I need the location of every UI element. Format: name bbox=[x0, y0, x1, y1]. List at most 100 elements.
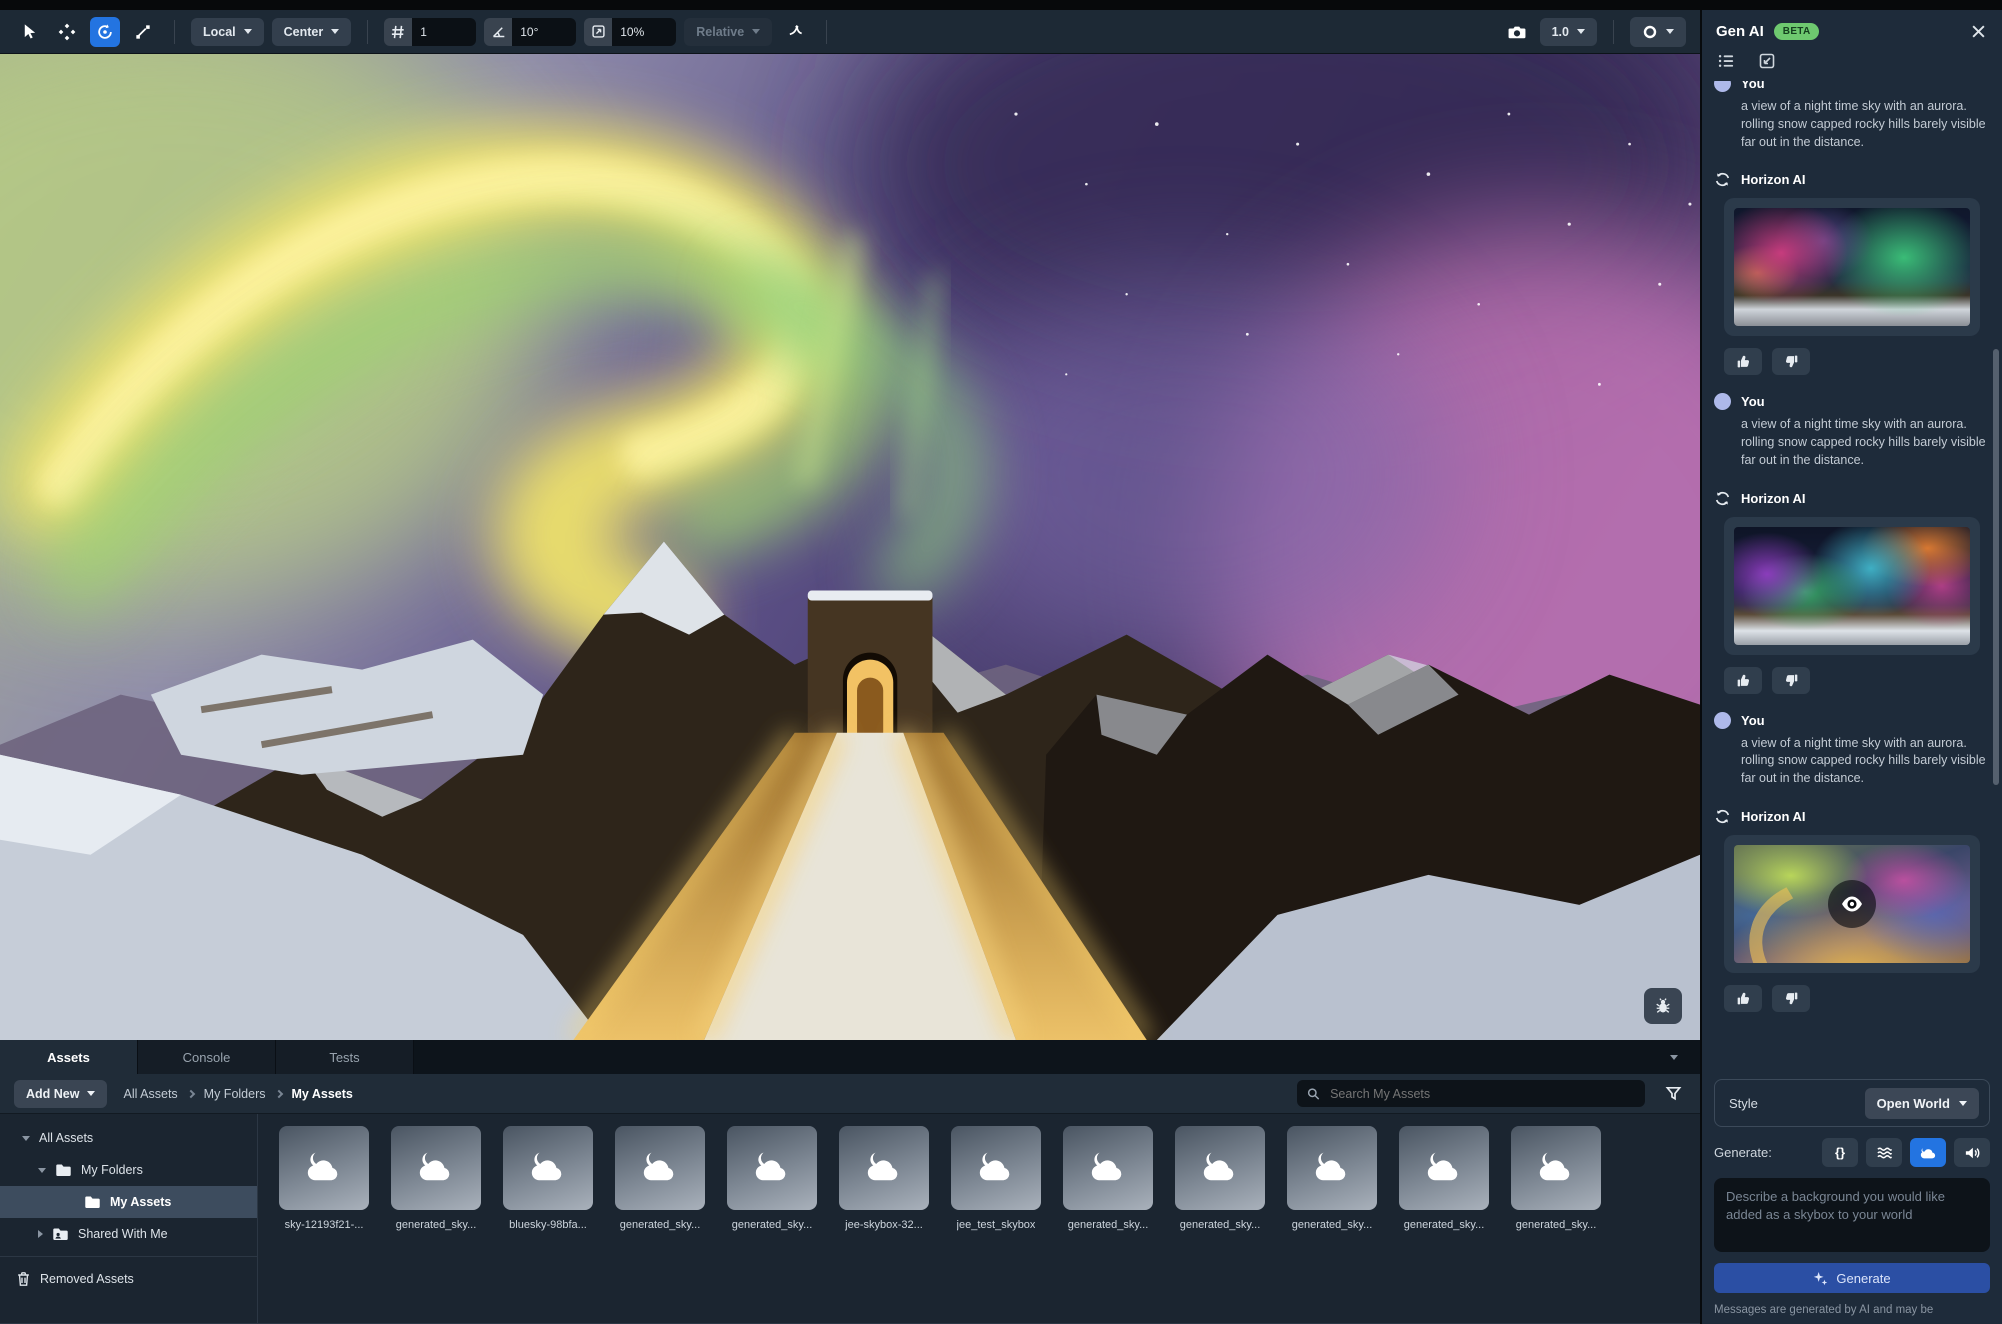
asset-item[interactable]: generated_sky... bbox=[380, 1126, 492, 1231]
generated-image-card[interactable] bbox=[1724, 198, 1980, 336]
waves-icon bbox=[1876, 1146, 1893, 1160]
tree-item-all-assets[interactable]: All Assets bbox=[0, 1122, 257, 1154]
camera-button[interactable] bbox=[1502, 17, 1532, 47]
style-dropdown[interactable]: Open World bbox=[1865, 1088, 1979, 1119]
asset-item[interactable]: bluesky-98bfa... bbox=[492, 1126, 604, 1231]
close-panel-button[interactable] bbox=[1969, 22, 1988, 41]
asset-name: generated_sky... bbox=[1404, 1219, 1485, 1231]
relative-dropdown[interactable]: Relative bbox=[684, 18, 772, 46]
asset-item[interactable]: generated_sky... bbox=[1052, 1126, 1164, 1231]
tree-item-my-assets[interactable]: My Assets bbox=[0, 1186, 257, 1218]
viewport-scene bbox=[0, 54, 1700, 1040]
pivot-dropdown[interactable]: Center bbox=[272, 18, 352, 46]
asset-name: generated_sky... bbox=[396, 1219, 477, 1231]
move-tool-button[interactable] bbox=[52, 17, 82, 47]
rotate-tool-button[interactable] bbox=[90, 17, 120, 47]
scale-tool-button[interactable] bbox=[128, 17, 158, 47]
asset-item[interactable]: sky-12193f21-... bbox=[268, 1126, 380, 1231]
panel-tab-bar: Assets Console Tests bbox=[0, 1040, 1700, 1074]
asset-thumbnail bbox=[1063, 1126, 1153, 1210]
asset-name: generated_sky... bbox=[1068, 1219, 1149, 1231]
thumbs-up-button[interactable] bbox=[1724, 985, 1762, 1012]
generate-button[interactable]: Generate bbox=[1714, 1263, 1990, 1293]
skybox-prompt-input[interactable] bbox=[1714, 1178, 1990, 1252]
tree-item-removed-assets[interactable]: Removed Assets bbox=[0, 1263, 257, 1295]
wand-tool-button[interactable] bbox=[780, 17, 810, 47]
preview-eye-button[interactable] bbox=[1828, 880, 1876, 928]
user-message: You bbox=[1714, 393, 1990, 410]
generate-audio-button[interactable] bbox=[1954, 1138, 1990, 1167]
asset-item[interactable]: generated_sky... bbox=[1164, 1126, 1276, 1231]
user-avatar bbox=[1714, 712, 1731, 729]
tab-tests[interactable]: Tests bbox=[276, 1040, 414, 1074]
tree-item-my-folders[interactable]: My Folders bbox=[0, 1154, 257, 1186]
history-list-button[interactable] bbox=[1716, 51, 1737, 71]
generate-code-button[interactable]: {} bbox=[1822, 1138, 1858, 1167]
skybox-cloud-icon bbox=[751, 1147, 793, 1189]
asset-thumbnail bbox=[1511, 1126, 1601, 1210]
breadcrumb-all-assets[interactable]: All Assets bbox=[123, 1087, 177, 1101]
tab-console[interactable]: Console bbox=[138, 1040, 276, 1074]
generate-ambience-button[interactable] bbox=[1866, 1138, 1902, 1167]
scale-snap-icon-button[interactable] bbox=[584, 18, 612, 46]
debug-button[interactable] bbox=[1644, 988, 1682, 1024]
transform-space-dropdown[interactable]: Local bbox=[191, 18, 264, 46]
asset-item[interactable]: generated_sky... bbox=[1276, 1126, 1388, 1231]
user-message: You bbox=[1714, 712, 1990, 729]
generated-image-card[interactable] bbox=[1724, 517, 1980, 655]
asset-item[interactable]: generated_sky... bbox=[1388, 1126, 1500, 1231]
viewport[interactable] bbox=[0, 54, 1700, 1040]
generated-skybox-image[interactable] bbox=[1734, 527, 1970, 645]
scrollbar[interactable] bbox=[1993, 349, 1999, 785]
asset-item[interactable]: generated_sky... bbox=[716, 1126, 828, 1231]
rotate-snap-input[interactable] bbox=[512, 18, 576, 46]
skybox-cloud-icon bbox=[863, 1147, 905, 1189]
pivot-label: Center bbox=[284, 25, 324, 39]
asset-item[interactable]: generated_sky... bbox=[1500, 1126, 1612, 1231]
camera-speed-dropdown[interactable]: 1.0 bbox=[1540, 18, 1597, 46]
thumbs-up-button[interactable] bbox=[1724, 667, 1762, 694]
breadcrumb-my-assets: My Assets bbox=[292, 1087, 353, 1101]
filter-button[interactable] bbox=[1661, 1081, 1686, 1106]
regenerate-icon[interactable] bbox=[1714, 490, 1731, 507]
asset-thumbnail bbox=[839, 1126, 929, 1210]
thumbs-down-button[interactable] bbox=[1772, 348, 1810, 375]
editor-main: Local Center bbox=[0, 10, 1700, 1324]
thumbs-down-button[interactable] bbox=[1772, 985, 1810, 1012]
user-prompt-text: a view of a night time sky with an auror… bbox=[1741, 735, 1993, 788]
tab-assets[interactable]: Assets bbox=[0, 1040, 138, 1074]
collapse-panel-button[interactable] bbox=[1757, 51, 1777, 71]
regenerate-icon[interactable] bbox=[1714, 171, 1731, 188]
skybox-cloud-icon bbox=[1535, 1147, 1577, 1189]
view-mode-dropdown[interactable] bbox=[1630, 17, 1686, 47]
grid-snap-icon-button[interactable] bbox=[384, 18, 412, 46]
asset-item[interactable]: jee-skybox-32... bbox=[828, 1126, 940, 1231]
genai-chat[interactable]: You a view of a night time sky with an a… bbox=[1702, 81, 2002, 1069]
add-new-button[interactable]: Add New bbox=[14, 1080, 107, 1108]
close-icon bbox=[1971, 24, 1986, 39]
asset-item[interactable]: generated_sky... bbox=[604, 1126, 716, 1231]
grid-snap-input[interactable] bbox=[412, 18, 476, 46]
asset-item[interactable]: jee_test_skybox bbox=[940, 1126, 1052, 1231]
sparkle-icon bbox=[1813, 1271, 1828, 1286]
generate-skybox-button[interactable] bbox=[1910, 1138, 1946, 1167]
generated-skybox-image[interactable] bbox=[1734, 845, 1970, 963]
regenerate-icon[interactable] bbox=[1714, 808, 1731, 825]
select-tool-button[interactable] bbox=[14, 17, 44, 47]
genai-tools bbox=[1702, 47, 2002, 81]
thumbs-down-button[interactable] bbox=[1772, 667, 1810, 694]
generate-type-row: Generate: {} bbox=[1714, 1138, 1990, 1167]
asset-search[interactable] bbox=[1297, 1080, 1645, 1107]
tree-item-shared-with-me[interactable]: Shared With Me bbox=[0, 1218, 257, 1250]
generated-skybox-image[interactable] bbox=[1734, 208, 1970, 326]
breadcrumb-my-folders[interactable]: My Folders bbox=[204, 1087, 266, 1101]
panel-collapse-button[interactable] bbox=[1648, 1040, 1700, 1074]
thumbs-up-button[interactable] bbox=[1724, 348, 1762, 375]
tree-divider bbox=[0, 1256, 257, 1257]
search-input[interactable] bbox=[1328, 1086, 1635, 1102]
rotate-snap-icon-button[interactable] bbox=[484, 18, 512, 46]
rotate-icon bbox=[96, 23, 114, 41]
tab-assets-label: Assets bbox=[47, 1050, 90, 1065]
scale-snap-input[interactable] bbox=[612, 18, 676, 46]
generated-image-card[interactable] bbox=[1724, 835, 1980, 973]
